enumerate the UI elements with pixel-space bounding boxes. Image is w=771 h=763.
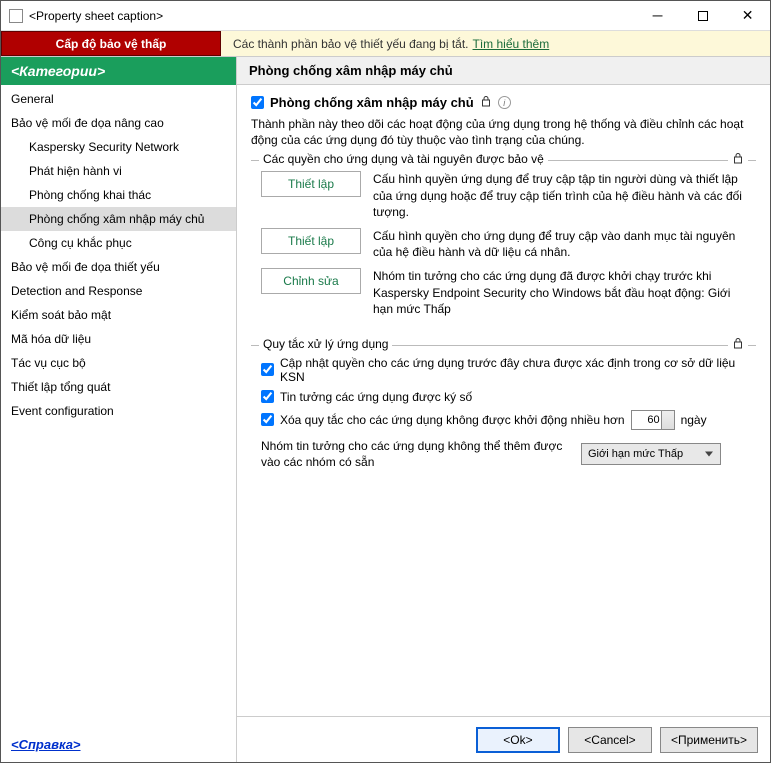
trust-group-label: Nhóm tin tưởng cho các ứng dụng không th… [261,438,571,470]
trust-group-select[interactable]: Giới hạn mức Thấp [581,443,721,465]
maximize-button[interactable] [680,1,725,30]
settings-description: Cấu hình quyền cho ứng dụng để truy cập … [373,228,746,260]
settings-row: Thiết lập Cấu hình quyền ứng dụng để truy… [261,171,746,220]
sidebar-item[interactable]: Kaspersky Security Network [1,135,236,159]
ok-button[interactable]: <Ok> [476,727,560,753]
titlebar: <Property sheet caption> ─ ✕ [1,1,770,31]
lock-icon[interactable] [728,152,748,167]
warning-link[interactable]: Tìm hiểu thêm [473,37,550,51]
feature-enable-checkbox[interactable] [251,96,264,109]
chk-trust-signed-label: Tin tưởng các ứng dụng được ký số [280,390,472,404]
info-icon[interactable]: i [498,96,511,109]
apply-button[interactable]: <Применить> [660,727,758,753]
sidebar-item[interactable]: Detection and Response [1,279,236,303]
sidebar-item[interactable]: General [1,87,236,111]
sidebar-item[interactable]: Mã hóa dữ liệu [1,327,236,351]
settings-button[interactable]: Chỉnh sửa [261,268,361,294]
chk-update-ksn-label: Cập nhật quyền cho các ứng dụng trước đâ… [280,356,746,384]
settings-description: Cấu hình quyền ứng dụng để truy cập tập … [373,171,746,220]
warning-badge: Cấp độ bảo vệ thấp [1,31,221,56]
cancel-button[interactable]: <Cancel> [568,727,652,753]
settings-button[interactable]: Thiết lập [261,228,361,254]
settings-row: Chỉnh sửa Nhóm tin tưởng cho các ứng dụng… [261,268,746,317]
warning-bar: Cấp độ bảo vệ thấp Các thành phần bảo vệ… [1,31,770,57]
chk-update-ksn[interactable] [261,363,274,376]
chk-delete-rules[interactable] [261,413,274,426]
sidebar-item[interactable]: Thiết lập tổng quát [1,375,236,399]
window-title: <Property sheet caption> [29,9,635,23]
minimize-button[interactable]: ─ [635,1,680,30]
categories-header: <Категории> [1,57,236,85]
days-unit: ngày [681,413,707,427]
sidebar-item[interactable]: Bảo vệ mối đe dọa nâng cao [1,111,236,135]
chk-trust-signed[interactable] [261,390,274,403]
sidebar-item[interactable]: Phát hiện hành vi [1,159,236,183]
warning-text: Các thành phần bảo vệ thiết yếu đang bị … [233,37,469,51]
close-button[interactable]: ✕ [725,1,770,30]
feature-description: Thành phần này theo dõi các hoạt động củ… [251,116,756,148]
group-app-rights: Các quyền cho ứng dụng và tài nguyên đượ… [251,160,756,333]
sidebar-item[interactable]: Event configuration [1,399,236,423]
sidebar-item[interactable]: Phòng chống xâm nhập máy chủ [1,207,236,231]
settings-description: Nhóm tin tưởng cho các ứng dụng đã được … [373,268,746,317]
sidebar-item[interactable]: Phòng chống khai thác [1,183,236,207]
feature-title: Phòng chống xâm nhập máy chủ [270,95,474,110]
sidebar-item[interactable]: Tác vụ cục bộ [1,351,236,375]
settings-row: Thiết lập Cấu hình quyền cho ứng dụng để … [261,228,746,260]
days-stepper[interactable]: 60 [631,410,675,430]
main-header: Phòng chống xâm nhập máy chủ [237,57,770,85]
help-link[interactable]: <Справка> [11,737,81,752]
group-legend-1: Các quyền cho ứng dụng và tài nguyên đượ… [259,152,548,166]
group-processing-rules: Quy tắc xử lý ứng dụng Cập nhật quyền ch… [251,345,756,478]
dialog-footer: <Ok> <Cancel> <Применить> [237,716,770,762]
chk-delete-rules-label: Xóa quy tắc cho các ứng dụng không được … [280,413,625,427]
sidebar-item[interactable]: Bảo vệ mối đe dọa thiết yếu [1,255,236,279]
lock-icon[interactable] [480,95,492,110]
group-legend-2: Quy tắc xử lý ứng dụng [259,337,392,351]
nav-list: GeneralBảo vệ mối đe dọa nâng caoKaspers… [1,85,236,727]
sidebar-item[interactable]: Kiểm soát bảo mật [1,303,236,327]
app-icon [9,9,23,23]
lock-icon[interactable] [728,337,748,352]
settings-button[interactable]: Thiết lập [261,171,361,197]
sidebar-item[interactable]: Công cụ khắc phục [1,231,236,255]
